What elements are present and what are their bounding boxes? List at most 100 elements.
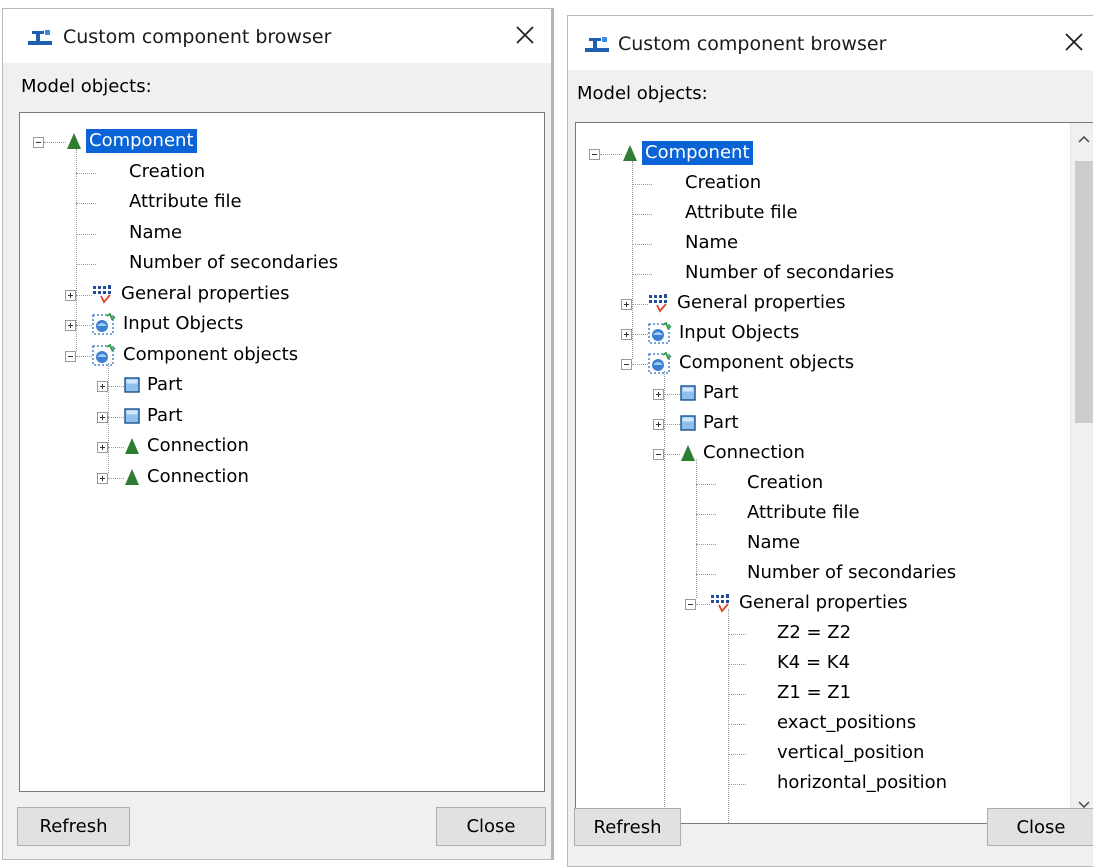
tree-node-part[interactable]: Part bbox=[124, 371, 186, 399]
tree-connector bbox=[728, 724, 746, 725]
tree-node-horizontal-position[interactable]: horizontal_position bbox=[774, 769, 950, 797]
collapse-toggle-icon[interactable] bbox=[653, 449, 664, 460]
tree-guide-line bbox=[728, 609, 729, 823]
tree-node-connection[interactable]: Connection bbox=[680, 439, 808, 467]
tree-guide-line bbox=[696, 459, 697, 598]
expand-toggle-icon[interactable] bbox=[653, 389, 664, 400]
expand-toggle-icon[interactable] bbox=[653, 419, 664, 430]
tree-connector bbox=[76, 264, 96, 266]
expand-toggle-icon[interactable] bbox=[97, 381, 108, 393]
expand-toggle-icon[interactable] bbox=[97, 411, 108, 423]
tree-node-connection[interactable]: Connection bbox=[124, 432, 252, 460]
expand-toggle-icon[interactable] bbox=[65, 320, 76, 332]
tree-connector bbox=[696, 574, 716, 575]
tree-connector bbox=[664, 424, 680, 425]
tree-connector bbox=[44, 142, 66, 144]
tree-node-exact-positions[interactable]: exact_positions bbox=[774, 709, 919, 737]
tree-node-attribute-file[interactable]: Attribute file bbox=[744, 499, 863, 527]
tree-connector bbox=[696, 514, 716, 515]
tree-connector bbox=[108, 416, 124, 418]
tree-node-name[interactable]: Name bbox=[682, 229, 741, 257]
tree-node-label: K4 = K4 bbox=[777, 652, 851, 673]
tree-node-attribute-file[interactable]: Attribute file bbox=[126, 188, 245, 216]
input-objects-icon bbox=[648, 322, 672, 344]
tree-node-number-of-secondaries[interactable]: Number of secondaries bbox=[744, 559, 959, 587]
tree-node-z2-z2[interactable]: Z2 = Z2 bbox=[774, 619, 854, 647]
tree-node-label: Creation bbox=[129, 160, 206, 182]
title-bar: Custom component browser bbox=[3, 9, 551, 63]
expand-toggle-icon[interactable] bbox=[97, 442, 108, 454]
tree-node-name[interactable]: Name bbox=[744, 529, 803, 557]
component-triangle-icon bbox=[622, 144, 638, 162]
tree-node-label: Part bbox=[147, 404, 183, 426]
expand-toggle-icon[interactable] bbox=[65, 289, 76, 301]
tree-node-component-objects[interactable]: Component objects bbox=[92, 341, 301, 369]
model-objects-tree[interactable]: Component Creation Attribute file Name Numbe… bbox=[19, 112, 545, 792]
tree-node-component[interactable]: Component bbox=[622, 139, 753, 167]
tree-node-general-properties[interactable]: General properties bbox=[92, 280, 293, 308]
expand-toggle-icon[interactable] bbox=[621, 299, 632, 310]
tree-node-label: General properties bbox=[739, 592, 908, 613]
tree-node-attribute-file[interactable]: Attribute file bbox=[682, 199, 801, 227]
tree-connector bbox=[728, 784, 746, 785]
refresh-button[interactable]: Refresh bbox=[17, 807, 130, 846]
tree-node-label: Connection bbox=[147, 435, 249, 456]
tree-node-part[interactable]: Part bbox=[680, 409, 742, 437]
tree-node-creation[interactable]: Creation bbox=[744, 469, 826, 497]
tree-node-creation[interactable]: Creation bbox=[126, 158, 208, 186]
window-title: Custom component browser bbox=[618, 33, 887, 55]
model-objects-label: Model objects: bbox=[577, 83, 708, 104]
tree-node-component[interactable]: Component bbox=[66, 127, 197, 155]
tree-node-connection[interactable]: Connection bbox=[124, 463, 252, 491]
close-button[interactable]: Close bbox=[987, 808, 1093, 846]
tree-node-label: General properties bbox=[121, 282, 290, 304]
vertical-scrollbar[interactable] bbox=[1070, 123, 1093, 823]
part-icon bbox=[124, 377, 140, 393]
model-objects-label: Model objects: bbox=[21, 76, 152, 97]
tree-node-input-objects[interactable]: Input Objects bbox=[92, 310, 246, 338]
tree-connector bbox=[108, 447, 124, 449]
tree-connector bbox=[728, 694, 746, 695]
tree-node-general-properties[interactable]: General properties bbox=[710, 589, 911, 617]
close-icon[interactable] bbox=[513, 23, 537, 47]
tree-node-label: Component bbox=[86, 129, 197, 153]
tree-node-component-objects[interactable]: Component objects bbox=[648, 349, 857, 377]
tree-node-label: Creation bbox=[747, 472, 824, 493]
tree-node-general-properties[interactable]: General properties bbox=[648, 289, 849, 317]
tree-node-name[interactable]: Name bbox=[126, 219, 185, 247]
tree-connector bbox=[632, 334, 648, 335]
tree-node-label: Connection bbox=[147, 465, 249, 487]
refresh-button[interactable]: Refresh bbox=[574, 808, 681, 846]
tree-node-input-objects[interactable]: Input Objects bbox=[648, 319, 802, 347]
tree-node-vertical-position[interactable]: vertical_position bbox=[774, 739, 927, 767]
tree-node-creation[interactable]: Creation bbox=[682, 169, 764, 197]
collapse-toggle-icon[interactable] bbox=[621, 359, 632, 370]
tree-connector bbox=[664, 454, 680, 455]
tree-connector bbox=[632, 214, 652, 215]
tree-node-number-of-secondaries[interactable]: Number of secondaries bbox=[682, 259, 897, 287]
scroll-up-arrow-icon[interactable] bbox=[1077, 133, 1091, 145]
tree-node-label: Name bbox=[747, 532, 801, 553]
collapse-toggle-icon[interactable] bbox=[33, 137, 44, 149]
tree-node-part[interactable]: Part bbox=[680, 379, 742, 407]
tree-node-label: Name bbox=[685, 232, 739, 253]
close-icon[interactable] bbox=[1062, 30, 1086, 54]
model-objects-tree[interactable]: Component Creation Attribute file Name Numbe… bbox=[575, 122, 1093, 824]
tree-guide-line bbox=[664, 371, 665, 823]
expand-toggle-icon[interactable] bbox=[97, 472, 108, 484]
tree-node-label: Z1 = Z1 bbox=[777, 682, 852, 703]
close-button[interactable]: Close bbox=[436, 807, 546, 846]
collapse-toggle-icon[interactable] bbox=[685, 599, 696, 610]
scrollbar-thumb[interactable] bbox=[1075, 161, 1093, 423]
expand-toggle-icon[interactable] bbox=[621, 329, 632, 340]
collapse-toggle-icon[interactable] bbox=[589, 149, 600, 160]
collapse-toggle-icon[interactable] bbox=[65, 350, 76, 362]
tree-node-z1-z1[interactable]: Z1 = Z1 bbox=[774, 679, 854, 707]
tree-node-label: Part bbox=[703, 382, 739, 403]
tree-node-k4-k4[interactable]: K4 = K4 bbox=[774, 649, 853, 677]
tree-node-label: exact_positions bbox=[777, 712, 917, 733]
tree-node-label: Z2 = Z2 bbox=[777, 622, 852, 643]
tree-node-number-of-secondaries[interactable]: Number of secondaries bbox=[126, 249, 341, 277]
tree-node-part[interactable]: Part bbox=[124, 402, 186, 430]
window-title: Custom component browser bbox=[63, 26, 332, 48]
